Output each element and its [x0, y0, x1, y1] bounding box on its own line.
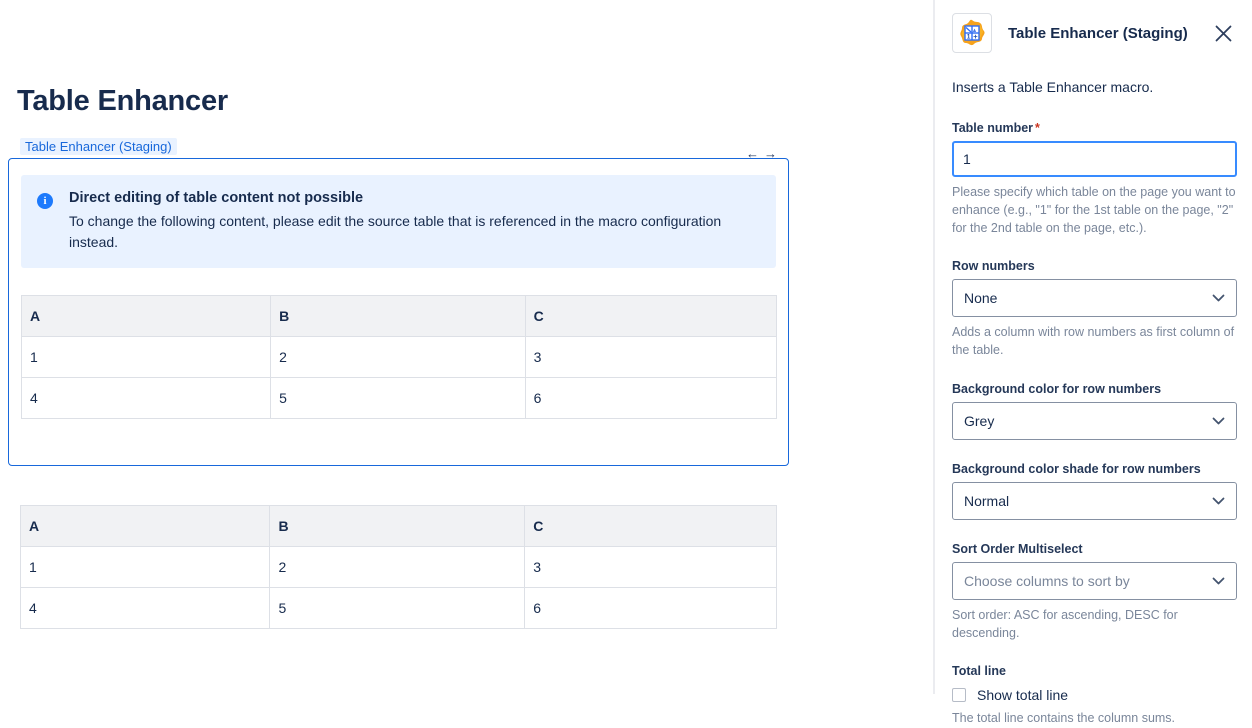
bg-color-shade-select[interactable]: Normal [952, 482, 1237, 520]
field-help-text: Sort order: ASC for ascending, DESC for … [952, 607, 1237, 643]
table-cell[interactable]: 2 [270, 547, 525, 588]
chevron-down-icon [1212, 577, 1225, 585]
column-header[interactable]: C [525, 506, 777, 547]
row-numbers-select[interactable]: None [952, 279, 1237, 317]
info-banner-title: Direct editing of table content not poss… [69, 190, 755, 206]
field-bg-color-shade: Background color shade for row numbers N… [952, 462, 1237, 520]
table-header-row: A B C [22, 296, 777, 337]
info-banner: i Direct editing of table content not po… [21, 175, 776, 268]
chevron-down-icon [1212, 497, 1225, 505]
column-header[interactable]: A [21, 506, 270, 547]
svg-text:1: 1 [967, 34, 971, 41]
select-placeholder: Choose columns to sort by [964, 573, 1130, 589]
table-number-input[interactable] [952, 141, 1237, 177]
chevron-down-icon [1212, 417, 1225, 425]
table-cell[interactable]: 1 [21, 547, 270, 588]
column-header: C [525, 296, 776, 337]
table-row: 1 2 3 [21, 547, 777, 588]
info-banner-content: Direct editing of table content not poss… [69, 190, 755, 253]
panel-title: Table Enhancer (Staging) [1008, 25, 1196, 42]
field-bg-color: Background color for row numbers Grey [952, 382, 1237, 440]
arrow-right-icon: → [764, 146, 777, 161]
field-table-number: Table number* Please specify which table… [952, 121, 1237, 237]
show-total-line-option[interactable]: Show total line [952, 687, 1237, 703]
table-enhancer-macro-icon: 1 + [952, 13, 992, 53]
page-title[interactable]: Table Enhancer [17, 85, 933, 118]
page-width-toggle-icon[interactable]: ← → [746, 146, 777, 161]
select-value: Grey [964, 413, 994, 429]
close-panel-button[interactable] [1212, 22, 1235, 45]
table-row: 1 2 3 [22, 337, 777, 378]
table-cell[interactable]: 6 [525, 588, 777, 629]
info-icon: i [37, 193, 53, 209]
column-header: B [271, 296, 525, 337]
table-header-row: A B C [21, 506, 777, 547]
field-label: Background color for row numbers [952, 382, 1237, 396]
bg-color-select[interactable]: Grey [952, 402, 1237, 440]
field-label: Total line [952, 664, 1237, 678]
macro-selection-label[interactable]: Table Enhancer (Staging) [20, 138, 177, 155]
field-label: Background color shade for row numbers [952, 462, 1237, 476]
required-asterisk: * [1035, 121, 1040, 135]
select-value: None [964, 290, 997, 306]
column-header[interactable]: B [270, 506, 525, 547]
table-cell: 2 [271, 337, 525, 378]
table-cell: 5 [271, 378, 525, 419]
table-cell[interactable]: 4 [21, 588, 270, 629]
editor-content-area: ← → Table Enhancer Table Enhancer (Stagi… [0, 85, 933, 728]
table-cell[interactable]: 5 [270, 588, 525, 629]
table-cell[interactable]: 3 [525, 547, 777, 588]
macro-preview-table: A B C 1 2 3 4 5 6 [21, 295, 777, 419]
field-label: Table number* [952, 121, 1237, 135]
field-row-numbers: Row numbers None Adds a column with row … [952, 259, 1237, 360]
arrow-left-icon: ← [746, 146, 759, 161]
table-row: 4 5 6 [22, 378, 777, 419]
field-total-line: Total line Show total line The total lin… [952, 664, 1237, 728]
field-label: Row numbers [952, 259, 1237, 273]
svg-text:+: + [973, 32, 978, 41]
column-header: A [22, 296, 271, 337]
panel-header: 1 + Table Enhancer (Staging) [952, 13, 1237, 53]
field-help-text: The total line contains the column sums. [952, 710, 1237, 728]
panel-description: Inserts a Table Enhancer macro. [952, 79, 1237, 95]
chevron-down-icon [1212, 294, 1225, 302]
macro-preview-container[interactable]: i Direct editing of table content not po… [8, 158, 789, 466]
macro-config-panel: 1 + Table Enhancer (Staging) Inserts a T… [933, 0, 1252, 694]
table-cell: 4 [22, 378, 271, 419]
sort-order-multiselect[interactable]: Choose columns to sort by [952, 562, 1237, 600]
table-cell: 3 [525, 337, 776, 378]
field-help-text: Please specify which table on the page y… [952, 184, 1237, 237]
field-help-text: Adds a column with row numbers as first … [952, 324, 1237, 360]
table-row: 4 5 6 [21, 588, 777, 629]
close-icon [1214, 24, 1233, 43]
table-cell: 1 [22, 337, 271, 378]
field-sort-order: Sort Order Multiselect Choose columns to… [952, 542, 1237, 643]
info-banner-body: To change the following content, please … [69, 211, 755, 253]
select-value: Normal [964, 493, 1009, 509]
field-label: Sort Order Multiselect [952, 542, 1237, 556]
checkbox-label: Show total line [977, 687, 1068, 703]
source-table: A B C 1 2 3 4 5 6 [20, 505, 777, 629]
table-cell: 6 [525, 378, 776, 419]
checkbox-unchecked-icon[interactable] [952, 688, 966, 702]
